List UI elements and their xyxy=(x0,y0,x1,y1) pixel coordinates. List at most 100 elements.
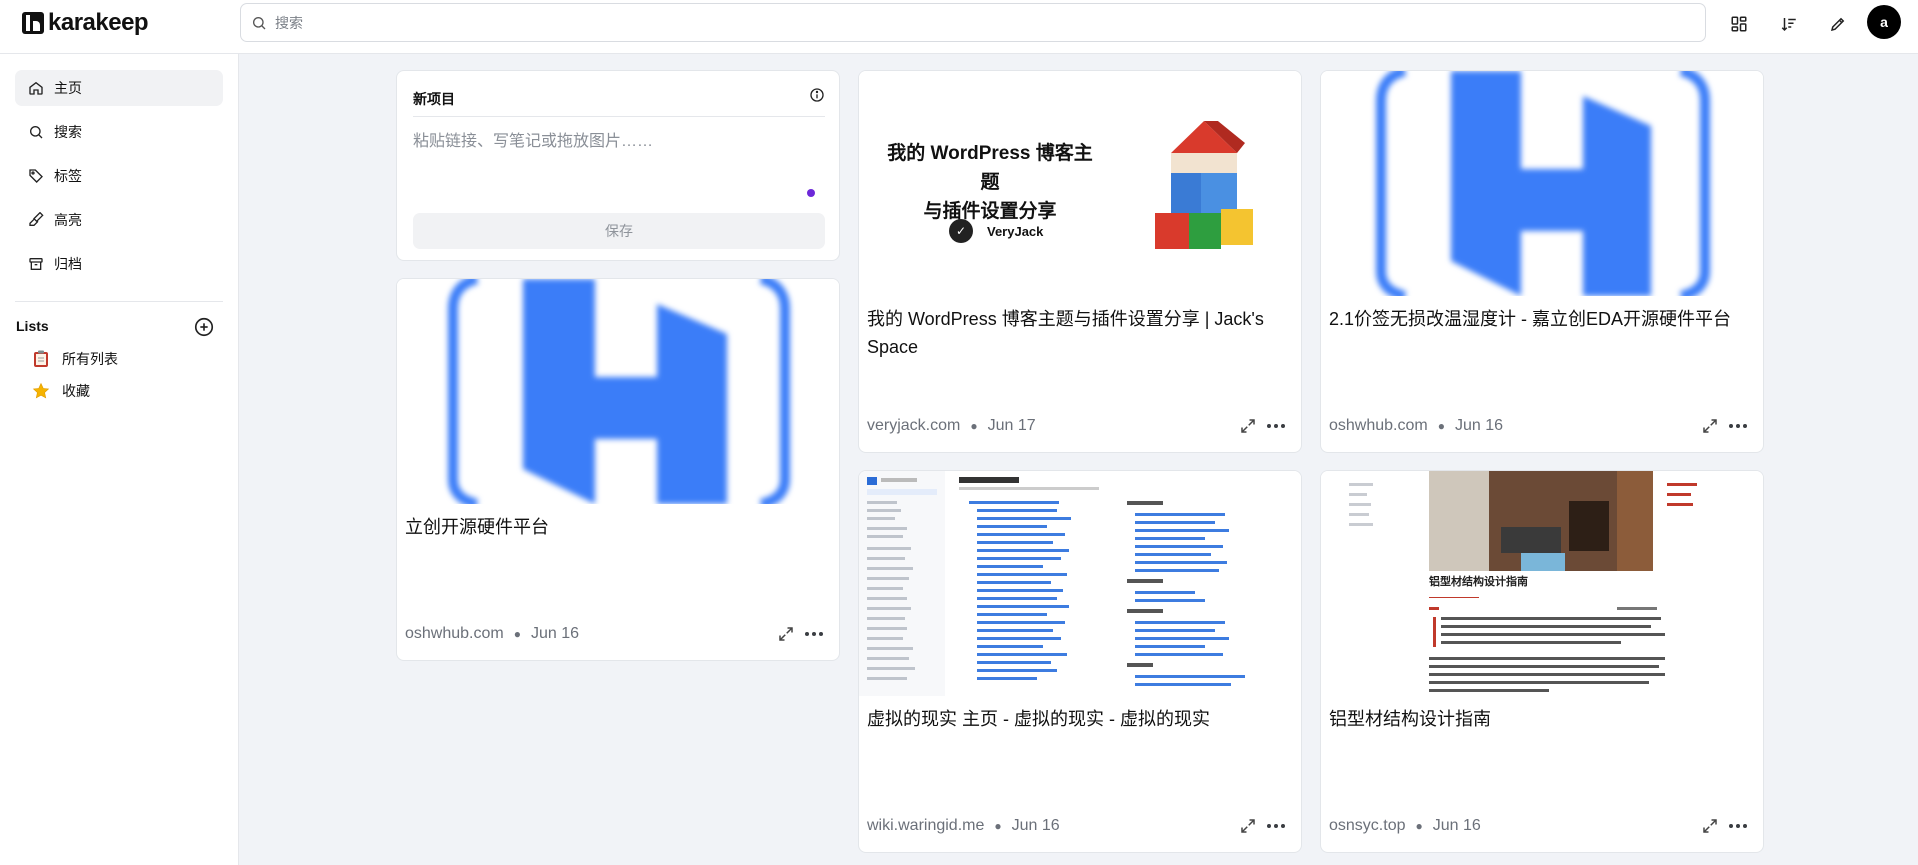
bookmark-card[interactable]: 铝型材结构设计指南 铝型材结构设计指南 osnsyc.top ● Jun 16 xyxy=(1320,470,1764,853)
veryjack-logo-icon: ✓ xyxy=(949,219,973,243)
bookmark-domain[interactable]: veryjack.com xyxy=(867,417,960,435)
expand-button[interactable] xyxy=(777,625,795,643)
archive-icon xyxy=(29,258,43,270)
karakeep-logo-icon xyxy=(22,12,44,34)
bookmark-thumbnail: 铝型材结构设计指南 xyxy=(1321,471,1763,696)
blocks-image xyxy=(1155,121,1253,249)
sidebar-item-label: 高亮 xyxy=(54,212,82,228)
sidebar-item-label: 归档 xyxy=(54,256,82,272)
expand-icon xyxy=(1703,419,1717,433)
bookmark-title[interactable]: 立创开源硬件平台 xyxy=(405,513,827,541)
sidebar: 主页 搜索 标签 高亮 归档 Lists 所有列表 收藏 xyxy=(0,54,239,865)
expand-icon xyxy=(1241,819,1255,833)
more-options-button[interactable] xyxy=(1727,417,1749,435)
lists-heading: Lists xyxy=(16,318,49,334)
bookmark-date: Jun 16 xyxy=(1011,817,1060,834)
tag-icon xyxy=(29,169,43,183)
bookmark-meta: oshwhub.com ● Jun 16 xyxy=(1329,417,1503,435)
add-list-button[interactable] xyxy=(193,316,215,338)
sidebar-item-search[interactable]: 搜索 xyxy=(15,114,223,150)
thumb-brand-name: VeryJack xyxy=(987,223,1044,239)
bookmark-thumbnail: 我的 WordPress 博客主题 与插件设置分享 ✓ VeryJack xyxy=(859,71,1301,296)
expand-button[interactable] xyxy=(1239,417,1257,435)
list-item-label: 收藏 xyxy=(62,383,90,399)
separator-dot: ● xyxy=(994,819,1002,833)
separator-dot: ● xyxy=(513,627,521,641)
sidebar-divider xyxy=(15,301,223,302)
list-item-label: 所有列表 xyxy=(62,351,118,367)
layout-toggle-button[interactable] xyxy=(1726,11,1752,37)
oshwhub-logo-image xyxy=(1376,71,1710,296)
app-name: karakeep xyxy=(48,9,149,36)
plus-circle-icon xyxy=(194,317,214,337)
bookmark-date: Jun 16 xyxy=(1454,417,1504,434)
bookmark-title[interactable]: 2.1价签无损改温湿度计 - 嘉立创EDA开源硬件平台 xyxy=(1329,305,1751,333)
bookmark-domain[interactable]: oshwhub.com xyxy=(1329,417,1428,435)
pencil-icon xyxy=(1830,17,1845,32)
more-options-button[interactable] xyxy=(803,625,825,643)
app-logo[interactable]: karakeep xyxy=(22,9,149,37)
bookmark-date: Jun 17 xyxy=(987,417,1036,434)
bookmark-card[interactable]: 我的 WordPress 博客主题 与插件设置分享 ✓ VeryJack 我的 … xyxy=(858,70,1302,453)
sidebar-item-archive[interactable]: 归档 xyxy=(15,246,223,282)
thumb-heading-line1: 我的 WordPress 博客主题 xyxy=(887,143,1093,193)
more-options-button[interactable] xyxy=(1265,417,1287,435)
sidebar-item-label: 标签 xyxy=(54,168,82,184)
grid-layout-icon xyxy=(1731,16,1747,32)
highlighter-icon xyxy=(29,212,44,226)
expand-button[interactable] xyxy=(1239,817,1257,835)
search-icon xyxy=(30,126,43,139)
sort-button[interactable] xyxy=(1776,11,1802,37)
expand-button[interactable] xyxy=(1701,817,1719,835)
list-item-all-lists[interactable]: 所有列表 xyxy=(32,349,118,369)
home-icon xyxy=(29,81,43,95)
bookmark-card[interactable]: 立创开源硬件平台 oshwhub.com ● Jun 16 xyxy=(396,278,840,661)
sidebar-item-highlights[interactable]: 高亮 xyxy=(15,202,223,238)
separator-dot: ● xyxy=(1437,419,1445,433)
search-icon xyxy=(252,16,266,29)
separator-dot: ● xyxy=(970,419,978,433)
bookmark-thumbnail xyxy=(859,471,1301,696)
new-item-divider xyxy=(413,116,825,117)
sidebar-item-tags[interactable]: 标签 xyxy=(15,158,223,194)
bookmark-meta: wiki.waringid.me ● Jun 16 xyxy=(867,817,1060,835)
bookmark-title[interactable]: 我的 WordPress 博客主题与插件设置分享 | Jack's Space xyxy=(867,305,1289,361)
bookmark-meta: osnsyc.top ● Jun 16 xyxy=(1329,817,1481,835)
wiki-screenshot-image xyxy=(859,471,1245,696)
more-options-button[interactable] xyxy=(1265,817,1287,835)
bookmark-domain[interactable]: osnsyc.top xyxy=(1329,817,1405,835)
thumb-brand: ✓ VeryJack xyxy=(949,219,1043,243)
article-screenshot-image xyxy=(1349,471,1697,692)
more-options-button[interactable] xyxy=(1727,817,1749,835)
thumb-heading: 铝型材结构设计指南 xyxy=(1429,576,1528,588)
star-icon xyxy=(32,382,50,400)
expand-icon xyxy=(1241,419,1255,433)
expand-icon xyxy=(779,627,793,641)
edit-button[interactable] xyxy=(1825,11,1851,37)
search-input[interactable] xyxy=(275,14,1705,31)
separator-dot: ● xyxy=(1415,819,1423,833)
new-item-input[interactable] xyxy=(413,127,825,199)
bookmark-thumbnail xyxy=(397,279,839,504)
oshwhub-logo-image xyxy=(448,279,790,504)
sort-icon xyxy=(1781,18,1796,32)
bookmark-domain[interactable]: oshwhub.com xyxy=(405,625,504,643)
search-bar[interactable] xyxy=(240,3,1706,42)
sidebar-item-home[interactable]: 主页 xyxy=(15,70,223,106)
save-button[interactable]: 保存 xyxy=(413,213,825,249)
info-icon[interactable] xyxy=(809,87,825,108)
bookmark-domain[interactable]: wiki.waringid.me xyxy=(867,817,984,835)
bookmark-card[interactable]: 虚拟的现实 主页 - 虚拟的现实 - 虚拟的现实 wiki.waringid.m… xyxy=(858,470,1302,853)
bookmark-meta: oshwhub.com ● Jun 16 xyxy=(405,625,579,643)
top-bar: karakeep a xyxy=(0,0,1918,54)
bookmark-title[interactable]: 虚拟的现实 主页 - 虚拟的现实 - 虚拟的现实 xyxy=(867,705,1289,733)
expand-button[interactable] xyxy=(1701,417,1719,435)
clipboard-icon xyxy=(32,350,50,368)
bookmark-card[interactable]: 2.1价签无损改温湿度计 - 嘉立创EDA开源硬件平台 oshwhub.com … xyxy=(1320,70,1764,453)
bookmark-meta: veryjack.com ● Jun 17 xyxy=(867,417,1036,435)
user-avatar[interactable]: a xyxy=(1867,5,1901,39)
list-item-favorites[interactable]: 收藏 xyxy=(32,381,90,401)
sidebar-item-label: 主页 xyxy=(54,80,82,96)
bookmark-title[interactable]: 铝型材结构设计指南 xyxy=(1329,705,1751,733)
bookmark-date: Jun 16 xyxy=(530,625,580,642)
